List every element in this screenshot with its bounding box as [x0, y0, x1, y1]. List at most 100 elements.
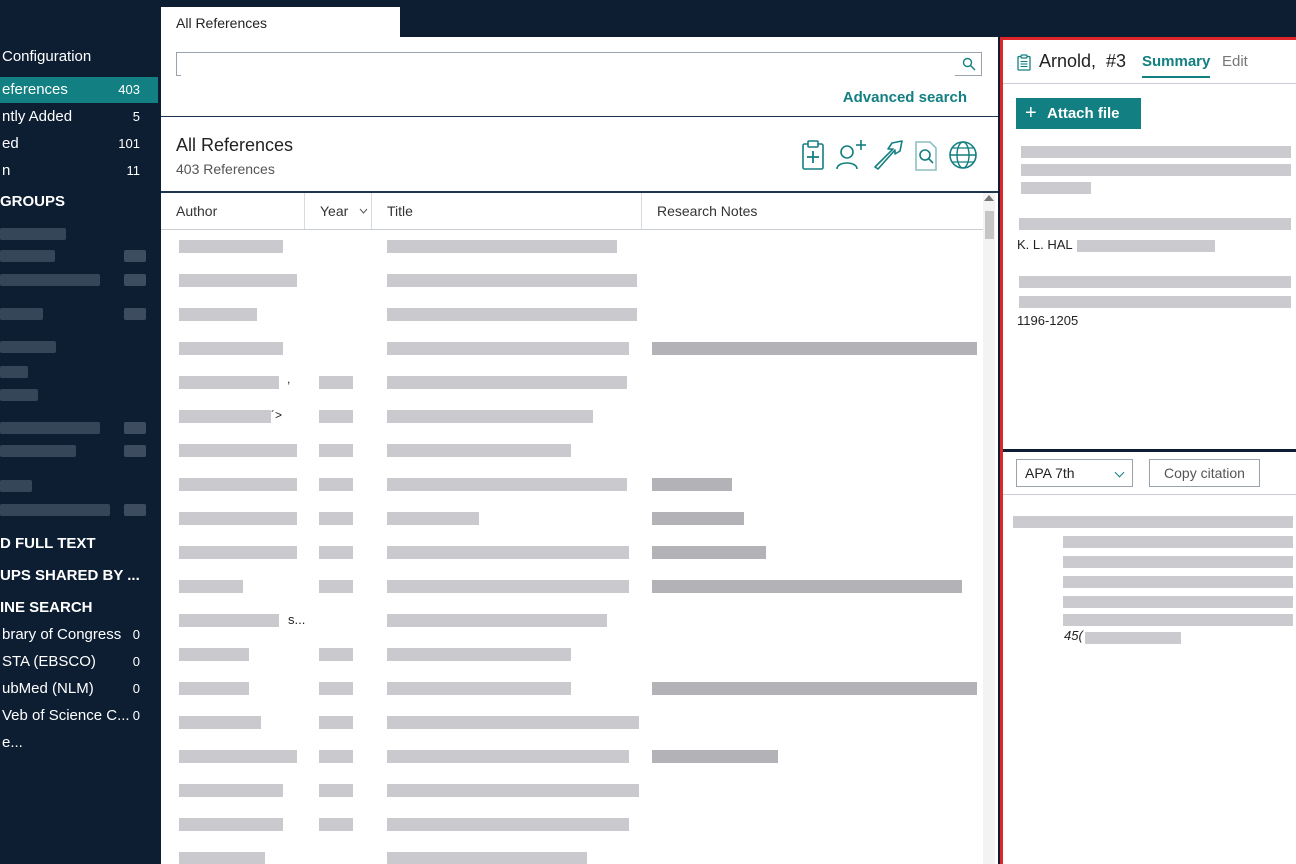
column-header-title[interactable]: Title: [372, 193, 642, 229]
blurred-year: [319, 512, 353, 525]
blurred-author: [179, 308, 257, 321]
table-row[interactable]: ,: [161, 366, 983, 400]
table-row[interactable]: [161, 706, 983, 740]
blurred-author: [179, 444, 297, 457]
citation-volume: 45(: [1064, 628, 1083, 643]
table-row[interactable]: [161, 332, 983, 366]
search-icon[interactable]: [962, 57, 976, 71]
blurred-text: [1019, 296, 1291, 308]
blurred-title: [387, 580, 629, 593]
blurred-group[interactable]: [0, 445, 76, 457]
blurred-text: [1013, 516, 1293, 528]
blurred-text: [1019, 218, 1291, 230]
table-row[interactable]: s...: [161, 604, 983, 638]
attach-file-button[interactable]: + Attach file: [1016, 98, 1141, 129]
sidebar-item-web-of-science[interactable]: Veb of Science C... 0: [0, 703, 158, 729]
sidebar-full-text-heading[interactable]: D FULL TEXT: [0, 533, 96, 555]
tab-all-references[interactable]: All References: [161, 7, 400, 37]
sidebar-item-count: 5: [132, 109, 140, 124]
blurred-text: [1063, 556, 1293, 568]
blurred-group[interactable]: [0, 228, 66, 240]
row-text-fragment: ´˃: [271, 408, 283, 422]
table-row[interactable]: [161, 570, 983, 604]
table-row[interactable]: ´˃: [161, 400, 983, 434]
sidebar-shared-groups-heading[interactable]: UPS SHARED BY ...: [0, 565, 140, 587]
sidebar-configuration[interactable]: Configuration: [0, 44, 158, 70]
column-header-year[interactable]: Year: [305, 193, 372, 229]
blurred-notes: [652, 512, 744, 525]
sidebar-item-unfiled[interactable]: ed 101: [0, 131, 158, 157]
column-header-label: Author: [176, 203, 218, 219]
table-row[interactable]: [161, 638, 983, 672]
sidebar-item-recently-added[interactable]: ntly Added 5: [0, 104, 158, 130]
table-row[interactable]: [161, 672, 983, 706]
table-row[interactable]: [161, 264, 983, 298]
table-row[interactable]: [161, 536, 983, 570]
blurred-year: [319, 546, 353, 559]
blurred-group[interactable]: [0, 308, 43, 320]
tab-summary[interactable]: Summary: [1142, 53, 1211, 78]
add-reference-icon[interactable]: [797, 137, 831, 173]
sort-chevron-icon[interactable]: [359, 208, 368, 214]
blurred-text: [1063, 536, 1293, 548]
blurred-author: [179, 648, 249, 661]
blurred-title: [387, 478, 627, 491]
vertical-scrollbar[interactable]: [983, 193, 995, 864]
share-arrow-icon[interactable]: [871, 137, 905, 173]
citation-style-select[interactable]: APA 7th: [1016, 459, 1133, 487]
blurred-text: [1021, 146, 1291, 158]
table-row[interactable]: [161, 774, 983, 808]
find-document-icon[interactable]: [909, 137, 943, 173]
add-person-icon[interactable]: [834, 137, 868, 173]
sidebar-item-pubmed[interactable]: ubMed (NLM) 0: [0, 676, 158, 702]
table-row[interactable]: [161, 808, 983, 842]
blurred-count: [124, 504, 146, 516]
tab-label: All References: [176, 15, 268, 31]
search-field[interactable]: [176, 52, 982, 76]
blurred-group[interactable]: [0, 422, 100, 434]
sidebar-item-more[interactable]: e...: [0, 730, 158, 756]
sidebar-groups-heading[interactable]: GROUPS: [0, 191, 65, 213]
blurred-author: [179, 852, 265, 864]
blurred-group[interactable]: [0, 366, 28, 378]
online-globe-icon[interactable]: [946, 137, 980, 173]
blurred-group[interactable]: [0, 341, 56, 353]
scrollbar-thumb[interactable]: [985, 211, 994, 239]
tab-edit[interactable]: Edit: [1222, 53, 1248, 70]
sidebar-item-label: n: [2, 162, 11, 179]
blurred-text: [1077, 240, 1215, 252]
column-header-research-notes[interactable]: Research Notes: [642, 193, 983, 229]
sidebar-item-library-of-congress[interactable]: brary of Congress 0: [0, 622, 158, 648]
sidebar-item-all-references[interactable]: eferences 403: [0, 77, 158, 103]
reference-number: #3: [1106, 51, 1127, 71]
table-row[interactable]: [161, 740, 983, 774]
blurred-group[interactable]: [0, 250, 55, 262]
blurred-notes: [652, 750, 778, 763]
advanced-search-link[interactable]: Advanced search: [843, 89, 967, 106]
blurred-year: [319, 682, 353, 695]
scroll-up-icon[interactable]: [984, 195, 994, 201]
table-row[interactable]: [161, 502, 983, 536]
table-row[interactable]: [161, 842, 983, 864]
blurred-group[interactable]: [0, 504, 110, 516]
sidebar-online-search-heading[interactable]: INE SEARCH: [0, 597, 93, 619]
copy-citation-button[interactable]: Copy citation: [1149, 459, 1260, 487]
blurred-group[interactable]: [0, 389, 38, 401]
sidebar-item-count: 101: [118, 136, 140, 151]
blurred-text: [1063, 596, 1293, 608]
sidebar-item-lista-ebsco[interactable]: STA (EBSCO) 0: [0, 649, 158, 675]
blurred-group[interactable]: [0, 480, 32, 492]
table-row[interactable]: [161, 468, 983, 502]
table-row[interactable]: [161, 298, 983, 332]
blurred-group[interactable]: [0, 274, 100, 286]
sidebar-item-trash[interactable]: n 11: [0, 158, 158, 184]
table-row[interactable]: [161, 230, 983, 264]
blurred-title: [387, 444, 571, 457]
reference-detail-panel: Arnold, #3 Summary Edit + Attach file K.…: [1000, 37, 1296, 864]
plus-icon: +: [1025, 102, 1037, 124]
column-header-author[interactable]: Author: [161, 193, 305, 229]
blurred-notes: [652, 478, 732, 491]
table-row[interactable]: [161, 434, 983, 468]
blurred-year: [319, 478, 353, 491]
search-input[interactable]: [181, 54, 955, 76]
